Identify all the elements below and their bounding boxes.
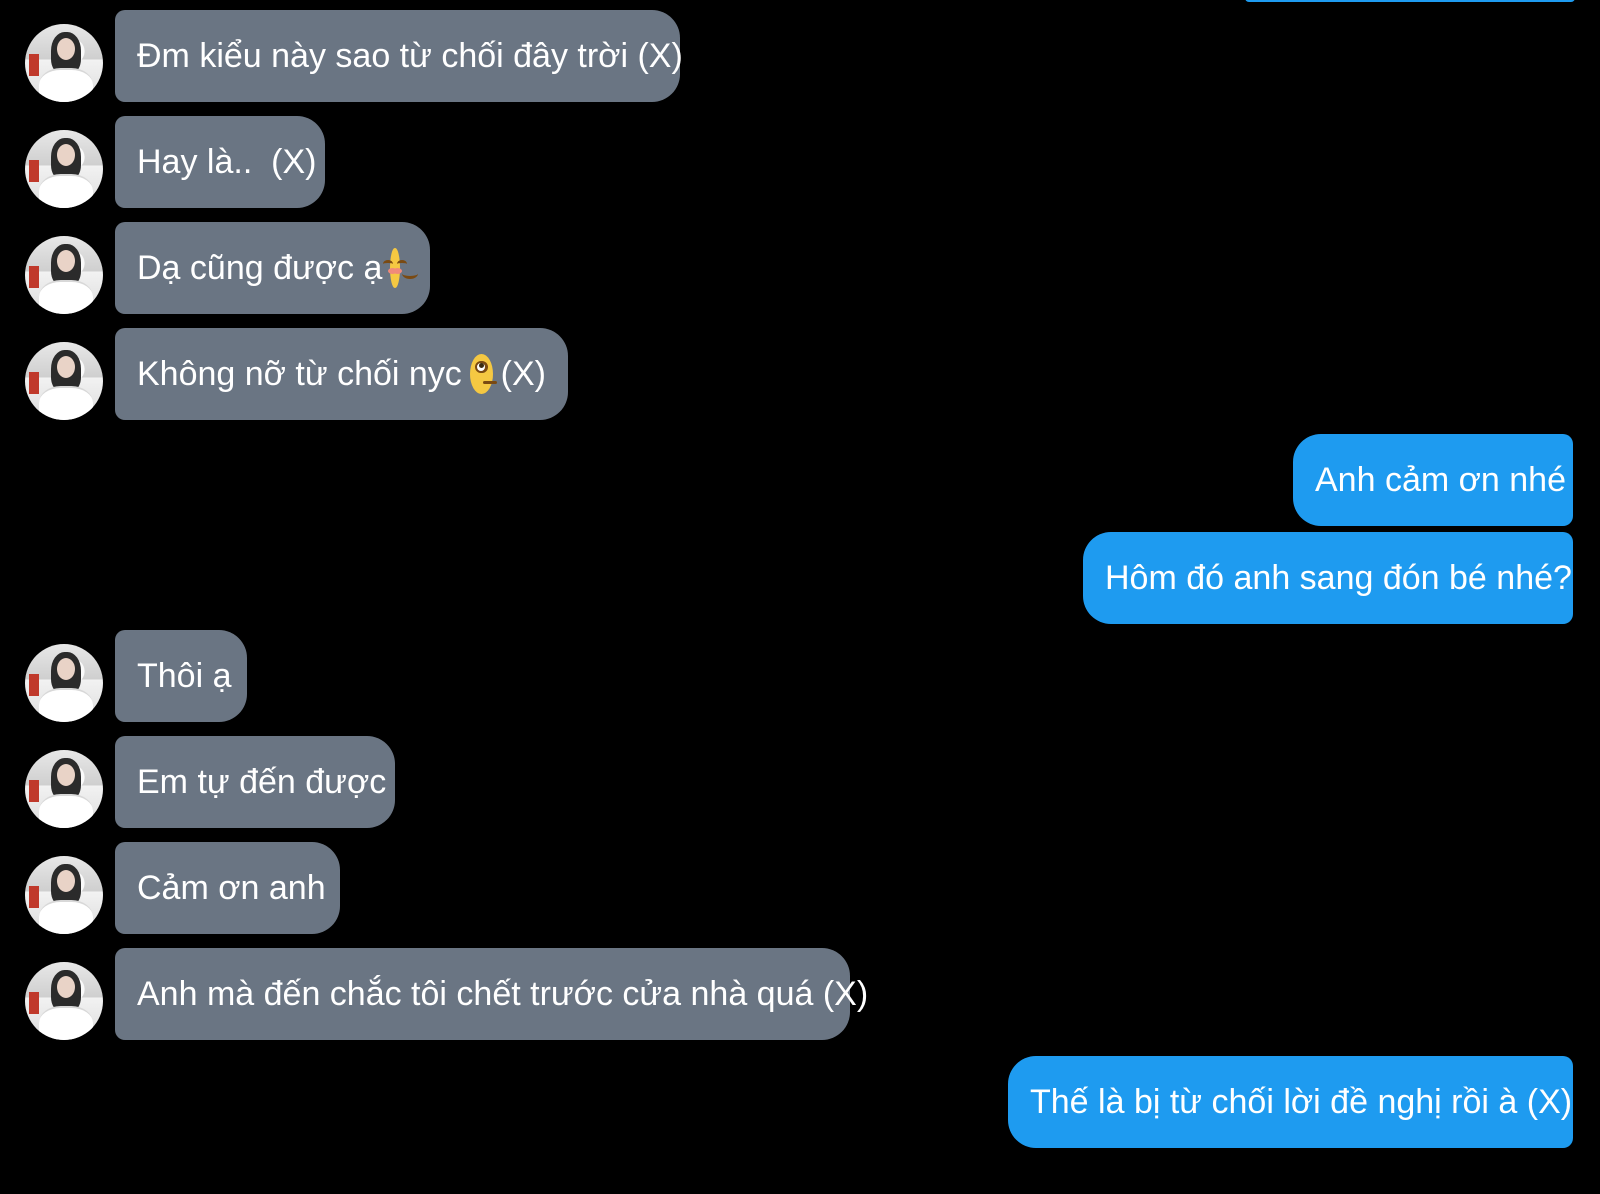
message-text-suffix: (X): [500, 354, 546, 393]
message-bubble-incoming[interactable]: Em tự đến được: [115, 736, 395, 828]
avatar-detail: [39, 900, 93, 934]
avatar-detail: [29, 780, 39, 802]
avatar-detail: [57, 658, 75, 680]
avatar-detail: [29, 372, 39, 394]
avatar[interactable]: [25, 750, 103, 828]
avatar[interactable]: [25, 24, 103, 102]
avatar-detail: [39, 1006, 93, 1040]
smiling-face-icon: [383, 248, 419, 288]
message-bubble-incoming[interactable]: Anh mà đến chắc tôi chết trước cửa nhà q…: [115, 948, 868, 1040]
avatar-detail: [57, 250, 75, 272]
message-text: Thế là bị từ chối lời đề nghị rồi à (X): [1030, 1082, 1573, 1121]
message-row-incoming: Anh mà đến chắc tôi chết trước cửa nhà q…: [0, 948, 1600, 1040]
message-text: Dạ cũng được ạ: [137, 248, 383, 287]
avatar[interactable]: [25, 962, 103, 1040]
eye-roll-face-icon: [469, 354, 497, 394]
message-text: Không nỡ từ chối nyc: [137, 354, 462, 393]
message-bubble-incoming[interactable]: Hay là.. (X): [115, 116, 325, 208]
message-bubble-incoming[interactable]: Dạ cũng được ạ: [115, 222, 430, 314]
avatar-detail: [39, 174, 93, 208]
avatar[interactable]: [25, 130, 103, 208]
avatar-detail: [29, 160, 39, 182]
message-row-incoming: Em tự đến được: [0, 736, 1600, 828]
avatar-detail: [39, 794, 93, 828]
previous-message-bubble-fragment[interactable]: [1245, 0, 1575, 2]
avatar-detail: [57, 976, 75, 998]
message-row-incoming: Thôi ạ: [0, 630, 1600, 722]
avatar-detail: [39, 68, 93, 102]
message-row-incoming: Hay là.. (X): [0, 116, 1600, 208]
message-row-outgoing: Anh cảm ơn nhé: [0, 434, 1600, 526]
avatar-detail: [39, 280, 93, 314]
message-row-incoming: Cảm ơn anh: [0, 842, 1600, 934]
avatar-detail: [29, 54, 39, 76]
avatar-detail: [39, 688, 93, 722]
message-bubble-incoming[interactable]: Đm kiểu này sao từ chối đây trời (X): [115, 10, 683, 102]
message-text: Hôm đó anh sang đón bé nhé?: [1105, 558, 1572, 597]
message-bubble-incoming[interactable]: Thôi ạ: [115, 630, 247, 722]
message-bubble-outgoing[interactable]: Anh cảm ơn nhé: [1293, 434, 1573, 526]
avatar-detail: [57, 764, 75, 786]
message-row-incoming: Không nỡ từ chối nyc (X): [0, 328, 1600, 420]
chat-conversation: Đm kiểu này sao từ chối đây trời (X) Hay…: [0, 0, 1600, 1194]
message-text: Thôi ạ: [137, 656, 232, 695]
message-bubble-incoming[interactable]: Cảm ơn anh: [115, 842, 340, 934]
message-row-outgoing: Hôm đó anh sang đón bé nhé?: [0, 532, 1600, 624]
message-row-incoming: Đm kiểu này sao từ chối đây trời (X): [0, 10, 1600, 102]
message-text: Em tự đến được: [137, 762, 387, 801]
avatar[interactable]: [25, 856, 103, 934]
message-row-incoming: Dạ cũng được ạ: [0, 222, 1600, 314]
avatar[interactable]: [25, 644, 103, 722]
avatar-detail: [57, 38, 75, 60]
message-bubble-outgoing[interactable]: Thế là bị từ chối lời đề nghị rồi à (X): [1008, 1056, 1573, 1148]
message-text: Hay là.. (X): [137, 142, 317, 181]
avatar-detail: [39, 386, 93, 420]
avatar[interactable]: [25, 236, 103, 314]
message-bubble-outgoing[interactable]: Hôm đó anh sang đón bé nhé?: [1083, 532, 1573, 624]
message-text: Anh mà đến chắc tôi chết trước cửa nhà q…: [137, 974, 869, 1013]
avatar-detail: [29, 674, 39, 696]
avatar-detail: [57, 144, 75, 166]
message-text: Đm kiểu này sao từ chối đây trời (X): [137, 36, 683, 75]
message-text: Anh cảm ơn nhé: [1315, 460, 1566, 499]
avatar-detail: [57, 870, 75, 892]
avatar-detail: [29, 992, 39, 1014]
avatar[interactable]: [25, 342, 103, 420]
avatar-detail: [29, 886, 39, 908]
message-bubble-incoming[interactable]: Không nỡ từ chối nyc (X): [115, 328, 568, 420]
message-text: Cảm ơn anh: [137, 868, 326, 907]
avatar-detail: [29, 266, 39, 288]
message-row-outgoing: Thế là bị từ chối lời đề nghị rồi à (X): [0, 1056, 1600, 1148]
avatar-detail: [57, 356, 75, 378]
